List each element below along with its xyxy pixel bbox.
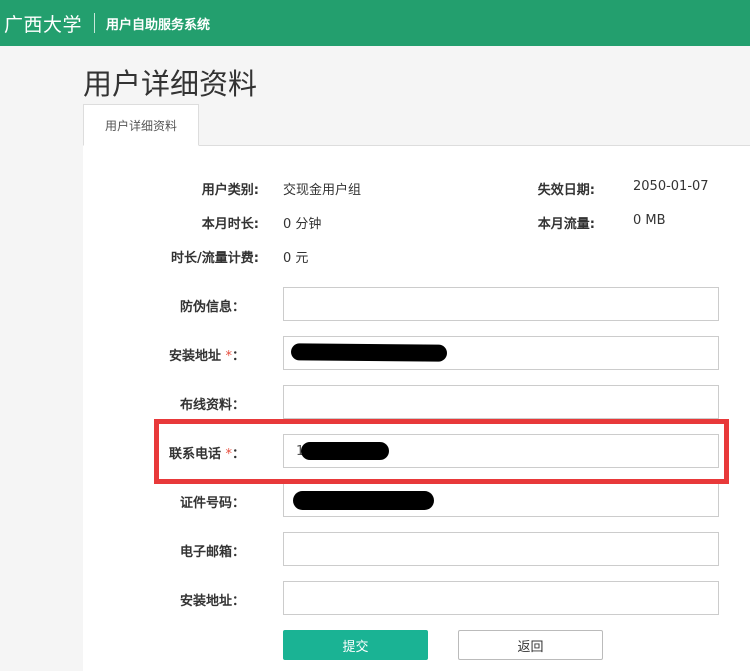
redaction-mark bbox=[290, 343, 448, 362]
phone-label: 联系电话 *： bbox=[168, 447, 245, 462]
email-input[interactable] bbox=[283, 532, 719, 566]
top-navbar: 广西大学 用户自助服务系统 bbox=[0, 0, 750, 46]
wiring-label: 布线资料： bbox=[179, 398, 245, 413]
anti-fake-input[interactable] bbox=[283, 287, 719, 321]
install-address-2-input[interactable] bbox=[283, 581, 719, 615]
back-button[interactable]: 返回 bbox=[458, 630, 603, 660]
install-address-label: 安装地址 *： bbox=[168, 349, 245, 364]
anti-fake-label: 防伪信息： bbox=[179, 300, 245, 315]
month-traffic-value: 0 MB bbox=[633, 213, 666, 228]
redaction-mark bbox=[293, 491, 434, 510]
system-title[interactable]: 用户自助服务系统 bbox=[106, 14, 210, 33]
id-number-label: 证件号码： bbox=[179, 496, 245, 511]
expire-date-value: 2050-01-07 bbox=[633, 179, 709, 194]
tab-user-details[interactable]: 用户详细资料 bbox=[83, 104, 199, 146]
fee-label: 时长/流量计费: bbox=[171, 251, 259, 266]
navbar-divider bbox=[94, 13, 96, 33]
submit-button[interactable]: 提交 bbox=[283, 630, 428, 660]
user-type-value: 交现金用户组 bbox=[283, 183, 362, 198]
user-type-label: 用户类别: bbox=[201, 183, 259, 198]
month-time-label: 本月时长: bbox=[201, 217, 259, 232]
fee-value: 0 元 bbox=[283, 251, 309, 266]
month-time-value: 0 分钟 bbox=[283, 217, 322, 232]
email-label: 电子邮箱： bbox=[179, 545, 245, 560]
install-address-2-label: 安装地址： bbox=[179, 594, 245, 609]
redaction-mark bbox=[301, 442, 389, 460]
page-title: 用户详细资料 bbox=[83, 67, 258, 101]
wiring-input[interactable] bbox=[283, 385, 719, 419]
expire-date-label: 失效日期: bbox=[537, 183, 595, 198]
month-traffic-label: 本月流量: bbox=[537, 217, 595, 232]
brand-name[interactable]: 广西大学 bbox=[0, 10, 82, 37]
